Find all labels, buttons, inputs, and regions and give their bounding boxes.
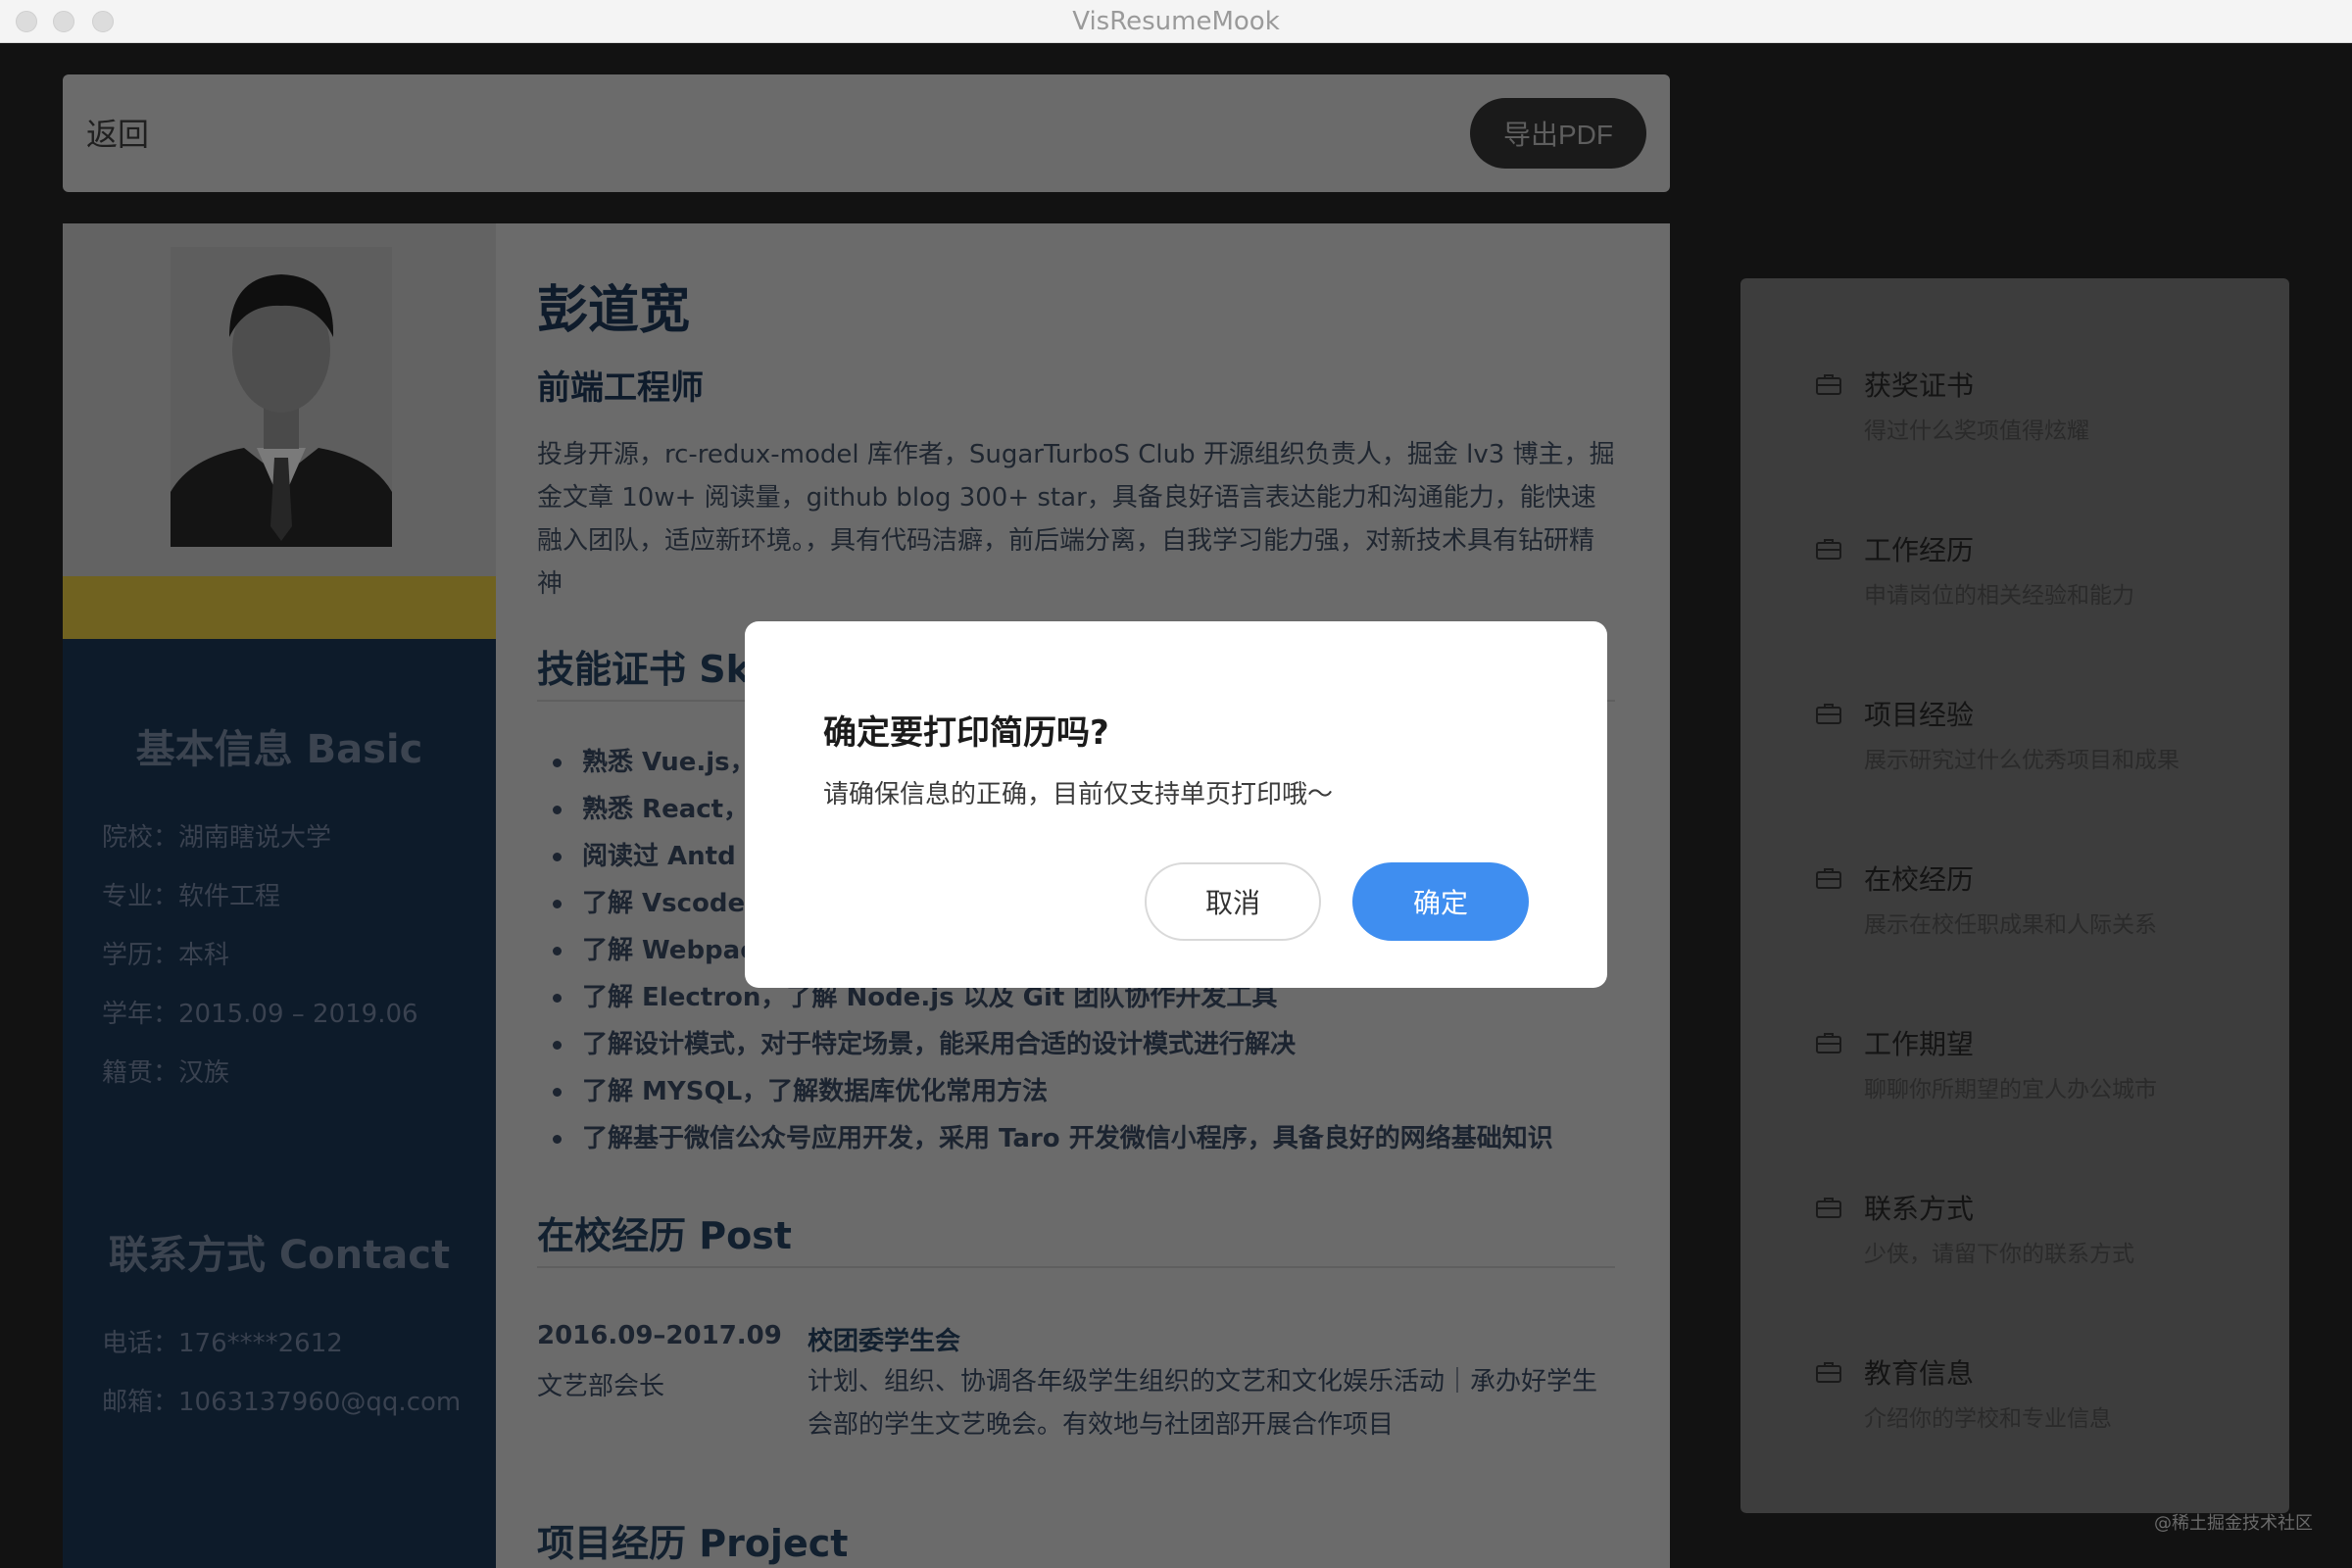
confirm-button[interactable]: 确定	[1352, 862, 1529, 941]
window-title: VisResumeMook	[1072, 7, 1280, 36]
cancel-button[interactable]: 取消	[1145, 862, 1321, 941]
window-titlebar: VisResumeMook	[0, 0, 2352, 43]
print-confirm-dialog: 确定要打印简历吗? 请确保信息的正确，目前仅支持单页打印哦～ 取消 确定	[745, 621, 1607, 988]
dialog-message: 请确保信息的正确，目前仅支持单页打印哦～	[823, 780, 1334, 809]
dialog-title: 确定要打印简历吗?	[823, 713, 1109, 753]
